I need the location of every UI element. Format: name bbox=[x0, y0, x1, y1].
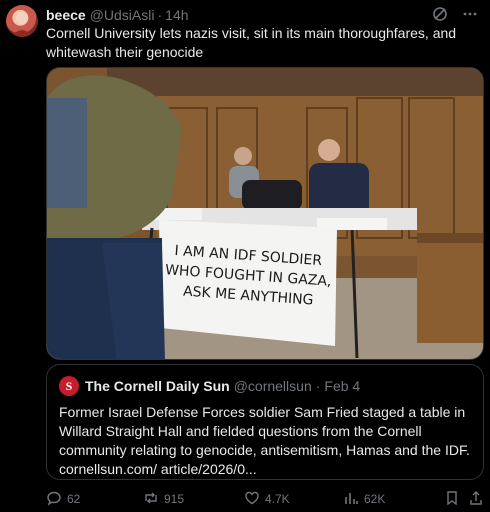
bookmark-icon bbox=[444, 490, 460, 509]
repost-icon bbox=[143, 490, 159, 509]
cornell-sun-logo-icon: S bbox=[59, 376, 79, 396]
grok-icon[interactable] bbox=[432, 6, 448, 25]
reply-button[interactable]: 62 bbox=[46, 490, 80, 509]
tweet-text: Cornell University lets nazis visit, sit… bbox=[46, 25, 457, 60]
like-button[interactable]: 4.7K bbox=[244, 490, 290, 509]
views-count: 62K bbox=[364, 492, 386, 506]
quoted-text: Former Israel Defense Forces soldier Sam… bbox=[59, 404, 470, 477]
views-button[interactable]: 62K bbox=[343, 490, 385, 509]
reply-icon bbox=[46, 490, 62, 509]
quoted-date: Feb 4 bbox=[324, 378, 361, 394]
quoted-tweet[interactable]: S The Cornell Daily Sun @cornellsun · Fe… bbox=[46, 364, 484, 480]
separator: · bbox=[315, 378, 321, 394]
timestamp[interactable]: 14h bbox=[165, 7, 188, 23]
views-icon bbox=[343, 490, 359, 509]
quoted-author-name: The Cornell Daily Sun bbox=[85, 378, 230, 394]
like-count: 4.7K bbox=[265, 492, 290, 506]
avatar[interactable] bbox=[6, 5, 38, 37]
more-icon[interactable] bbox=[462, 6, 478, 25]
reply-count: 62 bbox=[67, 492, 81, 506]
tweet-photo[interactable]: I AM AN IDF SOLDIER WHO FOUGHT IN GAZA, … bbox=[46, 67, 484, 360]
photo-illustration: I AM AN IDF SOLDIER WHO FOUGHT IN GAZA, … bbox=[47, 68, 483, 359]
separator: · bbox=[157, 7, 163, 23]
like-icon bbox=[244, 490, 260, 509]
author-name[interactable]: beece bbox=[46, 7, 86, 23]
action-bar: 62 915 4.7K 62K bbox=[46, 490, 484, 508]
quoted-author-handle: @cornellsun bbox=[233, 378, 312, 394]
repost-button[interactable]: 915 bbox=[143, 490, 184, 509]
repost-count: 915 bbox=[164, 492, 185, 506]
tweet-header: beece @UdsiAsli · 14h bbox=[46, 6, 478, 24]
bookmark-button[interactable] bbox=[444, 490, 460, 509]
share-icon bbox=[468, 490, 484, 509]
author-handle[interactable]: @UdsiAsli bbox=[90, 7, 155, 23]
share-button[interactable] bbox=[468, 490, 484, 509]
